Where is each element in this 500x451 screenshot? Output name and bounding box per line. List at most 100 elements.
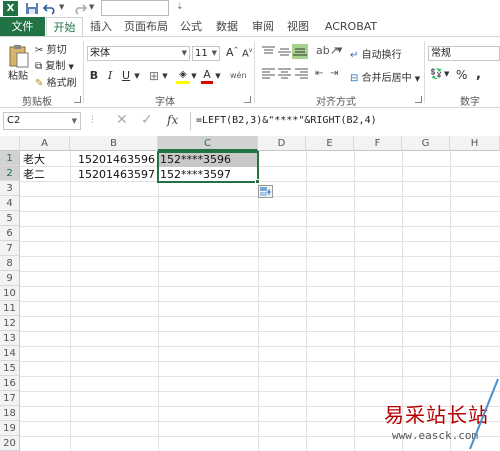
decrease-indent-icon[interactable]: ⇤ <box>315 68 323 79</box>
cancel-icon[interactable]: ✕ <box>116 112 128 128</box>
tab-formulas[interactable]: 公式 <box>178 17 204 36</box>
undo-dropdown-icon[interactable]: ▼ <box>59 3 64 11</box>
redo-dropdown-icon[interactable]: ▼ <box>89 3 94 11</box>
cell-b2[interactable]: 15201463597 <box>71 167 157 182</box>
align-right-icon[interactable] <box>295 68 308 79</box>
format-painter-icon: ✎ <box>35 78 44 89</box>
insert-function-button[interactable]: fx <box>167 113 178 127</box>
accounting-dropdown-icon[interactable]: ▼ <box>444 70 449 78</box>
column-header-g[interactable]: G <box>402 136 450 151</box>
font-size-select[interactable]: 11 ▼ <box>192 46 220 61</box>
row-header[interactable]: 17 <box>0 391 20 406</box>
row-header[interactable]: 13 <box>0 331 20 346</box>
enter-icon[interactable]: ✓ <box>141 112 153 128</box>
align-bottom-active[interactable] <box>292 44 308 59</box>
borders-icon[interactable]: ⊞ <box>147 68 161 84</box>
cell-b1[interactable]: 15201463596 <box>71 152 157 167</box>
row-header[interactable]: 11 <box>0 301 20 316</box>
align-center-icon[interactable] <box>278 68 291 79</box>
row-header[interactable]: 19 <box>0 421 20 436</box>
align-middle-icon[interactable] <box>278 46 291 57</box>
cell-a1[interactable]: 老大 <box>23 152 69 167</box>
align-top-icon[interactable] <box>262 46 275 57</box>
row-header[interactable]: 4 <box>0 196 20 211</box>
tab-review[interactable]: 审阅 <box>250 17 276 36</box>
font-color-button[interactable]: A <box>201 68 213 84</box>
cut-button[interactable]: ✂ 剪切 <box>35 41 67 56</box>
row-header[interactable]: 10 <box>0 286 20 301</box>
font-launcher-icon[interactable] <box>244 96 251 103</box>
customize-toolbar-icon[interactable]: ⇣ <box>176 2 184 12</box>
orientation-icon[interactable]: ab↗ <box>316 44 339 57</box>
comma-button[interactable]: , <box>476 67 481 82</box>
tab-acrobat[interactable]: ACROBAT <box>322 17 380 36</box>
fill-color-icon[interactable]: ◈ <box>176 68 190 84</box>
redo-icon[interactable] <box>73 2 87 15</box>
row-header[interactable]: 20 <box>0 436 20 451</box>
row-header[interactable]: 9 <box>0 271 20 286</box>
bold-button[interactable]: B <box>88 68 100 84</box>
copy-button[interactable]: ⧉ 复制 ▼ <box>35 57 74 72</box>
cell-a2[interactable]: 老二 <box>23 167 69 182</box>
row-header[interactable]: 15 <box>0 361 20 376</box>
row-header[interactable]: 8 <box>0 256 20 271</box>
tab-page-layout[interactable]: 页面布局 <box>122 17 170 36</box>
borders-dropdown-icon[interactable]: ▼ <box>161 68 169 84</box>
gridline <box>20 226 500 227</box>
row-header[interactable]: 7 <box>0 241 20 256</box>
underline-dropdown-icon[interactable]: ▼ <box>133 68 141 84</box>
font-color-dropdown-icon[interactable]: ▼ <box>214 68 222 84</box>
paste-options-button[interactable] <box>258 185 273 198</box>
format-painter-button[interactable]: ✎ 格式刷 <box>35 74 77 89</box>
row-header[interactable]: 12 <box>0 316 20 331</box>
row-header[interactable]: 5 <box>0 211 20 226</box>
percent-button[interactable]: % <box>456 68 467 82</box>
gridline <box>20 256 500 257</box>
formula-bar-handle-icon[interactable]: ⋮ <box>88 115 97 125</box>
row-header[interactable]: 3 <box>0 181 20 196</box>
column-header-a[interactable]: A <box>20 136 70 151</box>
align-left-icon[interactable] <box>262 68 275 79</box>
paste-button[interactable]: 粘贴 <box>8 67 28 82</box>
row-header[interactable]: 6 <box>0 226 20 241</box>
underline-button[interactable]: U <box>120 68 132 84</box>
merge-center-button[interactable]: ⊟ 合并后居中 ▼ <box>350 69 420 84</box>
row-header[interactable]: 2 <box>0 166 20 181</box>
increase-indent-icon[interactable]: ⇥ <box>330 68 338 79</box>
tab-insert[interactable]: 插入 <box>88 17 114 36</box>
column-header-c[interactable]: C <box>158 136 258 151</box>
column-header-b[interactable]: B <box>70 136 158 151</box>
accounting-format-icon[interactable]: 💱 <box>430 69 442 80</box>
column-header-e[interactable]: E <box>306 136 354 151</box>
clipboard-launcher-icon[interactable] <box>74 96 81 103</box>
title-input-box[interactable] <box>101 0 169 16</box>
tab-view[interactable]: 视图 <box>285 17 311 36</box>
shrink-font-button[interactable]: Av <box>242 47 252 59</box>
orientation-dropdown-icon[interactable]: ▼ <box>337 46 342 54</box>
row-header[interactable]: 16 <box>0 376 20 391</box>
fill-handle[interactable] <box>255 179 260 184</box>
column-header-f[interactable]: F <box>354 136 402 151</box>
number-format-select[interactable]: 常规 <box>428 46 500 61</box>
select-all-corner[interactable] <box>0 136 20 151</box>
italic-button[interactable]: I <box>104 68 116 84</box>
phonetic-icon[interactable]: wén <box>230 68 247 84</box>
tab-file[interactable]: 文件 <box>0 17 45 36</box>
row-header[interactable]: 18 <box>0 406 20 421</box>
row-header[interactable]: 1 <box>0 151 20 166</box>
save-icon[interactable] <box>25 2 39 15</box>
grow-font-button[interactable]: A^ <box>226 46 239 59</box>
paste-icon[interactable] <box>8 43 30 69</box>
font-name-select[interactable]: 宋体 ▼ <box>87 46 190 61</box>
name-box[interactable]: C2 ▼ <box>3 112 81 130</box>
row-header[interactable]: 14 <box>0 346 20 361</box>
column-header-d[interactable]: D <box>258 136 306 151</box>
wrap-text-button[interactable]: ↵ 自动换行 <box>350 46 402 61</box>
tab-home[interactable]: 开始 <box>46 17 83 37</box>
formula-input[interactable]: =LEFT(B2,3)&"****"&RIGHT(B2,4) <box>190 112 500 130</box>
tab-data[interactable]: 数据 <box>214 17 240 36</box>
alignment-launcher-icon[interactable] <box>415 96 422 103</box>
undo-icon[interactable] <box>43 2 57 15</box>
fill-dropdown-icon[interactable]: ▼ <box>190 68 198 84</box>
column-header-h[interactable]: H <box>450 136 500 151</box>
